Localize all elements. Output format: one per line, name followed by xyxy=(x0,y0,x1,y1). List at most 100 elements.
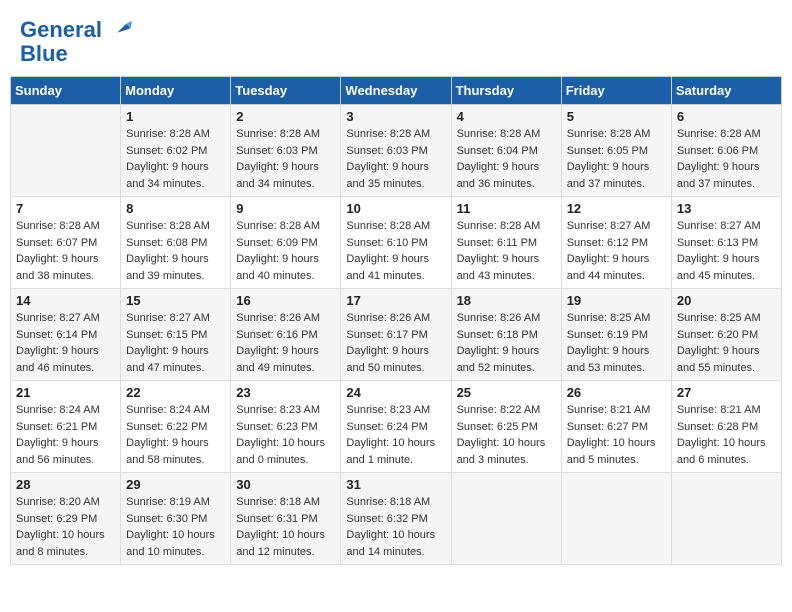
calendar-cell: 16 Sunrise: 8:26 AM Sunset: 6:16 PM Dayli… xyxy=(231,289,341,381)
day-number: 7 xyxy=(16,201,115,216)
calendar-cell: 3Sunrise: 8:28 AM Sunset: 6:03 PM Daylig… xyxy=(341,105,451,197)
day-number: 23 xyxy=(236,385,335,400)
day-info: Sunrise: 8:28 AM Sunset: 6:08 PM Dayligh… xyxy=(126,218,225,284)
day-info: Sunrise: 8:28 AM Sunset: 6:09 PM Dayligh… xyxy=(236,218,335,284)
calendar-cell xyxy=(671,473,781,565)
logo-text-blue: Blue xyxy=(20,42,132,66)
day-info: Sunrise: 8:26 AM Sunset: 6:18 PM Dayligh… xyxy=(457,310,556,376)
calendar-cell: 2 Sunrise: 8:28 AM Sunset: 6:03 PM Daylig… xyxy=(231,105,341,197)
day-info: Sunrise: 8:27 AM Sunset: 6:13 PM Dayligh… xyxy=(677,218,776,284)
day-info: Sunrise: 8:26 AM Sunset: 6:16 PM Dayligh… xyxy=(236,310,335,376)
calendar-week-row: 28 Sunrise: 8:20 AM Sunset: 6:29 PM Dayli… xyxy=(11,473,782,565)
calendar-cell: 14 Sunrise: 8:27 AM Sunset: 6:14 PM Dayli… xyxy=(11,289,121,381)
day-number: 14 xyxy=(16,293,115,308)
calendar-cell: 25Sunrise: 8:22 AM Sunset: 6:25 PM Dayli… xyxy=(451,381,561,473)
day-number: 4 xyxy=(457,109,556,124)
calendar-cell: 12Sunrise: 8:27 AM Sunset: 6:12 PM Dayli… xyxy=(561,197,671,289)
calendar-week-row: 7 Sunrise: 8:28 AM Sunset: 6:07 PM Daylig… xyxy=(11,197,782,289)
calendar-cell: 28 Sunrise: 8:20 AM Sunset: 6:29 PM Dayli… xyxy=(11,473,121,565)
day-number: 19 xyxy=(567,293,666,308)
weekday-header-sunday: Sunday xyxy=(11,77,121,105)
calendar-cell: 10 Sunrise: 8:28 AM Sunset: 6:10 PM Dayli… xyxy=(341,197,451,289)
calendar-cell xyxy=(451,473,561,565)
day-number: 24 xyxy=(346,385,445,400)
day-info: Sunrise: 8:28 AM Sunset: 6:11 PM Dayligh… xyxy=(457,218,556,284)
day-number: 15 xyxy=(126,293,225,308)
day-number: 6 xyxy=(677,109,776,124)
calendar-week-row: 1 Sunrise: 8:28 AM Sunset: 6:02 PM Daylig… xyxy=(11,105,782,197)
day-info: Sunrise: 8:28 AM Sunset: 6:06 PM Dayligh… xyxy=(677,126,776,192)
calendar-week-row: 21 Sunrise: 8:24 AM Sunset: 6:21 PM Dayli… xyxy=(11,381,782,473)
day-number: 13 xyxy=(677,201,776,216)
day-info: Sunrise: 8:23 AM Sunset: 6:23 PM Dayligh… xyxy=(236,402,335,468)
day-number: 27 xyxy=(677,385,776,400)
day-number: 1 xyxy=(126,109,225,124)
day-number: 8 xyxy=(126,201,225,216)
day-number: 16 xyxy=(236,293,335,308)
day-info: Sunrise: 8:25 AM Sunset: 6:19 PM Dayligh… xyxy=(567,310,666,376)
day-number: 18 xyxy=(457,293,556,308)
calendar-cell: 13 Sunrise: 8:27 AM Sunset: 6:13 PM Dayli… xyxy=(671,197,781,289)
weekday-header-friday: Friday xyxy=(561,77,671,105)
day-number: 28 xyxy=(16,477,115,492)
day-number: 17 xyxy=(346,293,445,308)
day-number: 21 xyxy=(16,385,115,400)
weekday-header-thursday: Thursday xyxy=(451,77,561,105)
day-number: 20 xyxy=(677,293,776,308)
calendar-week-row: 14 Sunrise: 8:27 AM Sunset: 6:14 PM Dayli… xyxy=(11,289,782,381)
calendar-cell: 8 Sunrise: 8:28 AM Sunset: 6:08 PM Daylig… xyxy=(121,197,231,289)
day-number: 5 xyxy=(567,109,666,124)
calendar-cell: 27 Sunrise: 8:21 AM Sunset: 6:28 PM Dayli… xyxy=(671,381,781,473)
day-info: Sunrise: 8:24 AM Sunset: 6:21 PM Dayligh… xyxy=(16,402,115,468)
day-info: Sunrise: 8:26 AM Sunset: 6:17 PM Dayligh… xyxy=(346,310,445,376)
weekday-header-wednesday: Wednesday xyxy=(341,77,451,105)
day-info: Sunrise: 8:28 AM Sunset: 6:07 PM Dayligh… xyxy=(16,218,115,284)
logo: General Blue xyxy=(20,18,132,66)
calendar-cell: 21 Sunrise: 8:24 AM Sunset: 6:21 PM Dayli… xyxy=(11,381,121,473)
calendar-cell: 15 Sunrise: 8:27 AM Sunset: 6:15 PM Dayli… xyxy=(121,289,231,381)
calendar-cell: 26 Sunrise: 8:21 AM Sunset: 6:27 PM Dayli… xyxy=(561,381,671,473)
weekday-header-saturday: Saturday xyxy=(671,77,781,105)
day-info: Sunrise: 8:28 AM Sunset: 6:02 PM Dayligh… xyxy=(126,126,225,192)
calendar-cell: 19 Sunrise: 8:25 AM Sunset: 6:19 PM Dayli… xyxy=(561,289,671,381)
calendar-cell: 30 Sunrise: 8:18 AM Sunset: 6:31 PM Dayli… xyxy=(231,473,341,565)
calendar-cell: 31 Sunrise: 8:18 AM Sunset: 6:32 PM Dayli… xyxy=(341,473,451,565)
calendar-cell: 4 Sunrise: 8:28 AM Sunset: 6:04 PM Daylig… xyxy=(451,105,561,197)
day-number: 30 xyxy=(236,477,335,492)
day-info: Sunrise: 8:21 AM Sunset: 6:28 PM Dayligh… xyxy=(677,402,776,468)
day-number: 11 xyxy=(457,201,556,216)
day-number: 22 xyxy=(126,385,225,400)
day-info: Sunrise: 8:23 AM Sunset: 6:24 PM Dayligh… xyxy=(346,402,445,468)
calendar-cell: 11 Sunrise: 8:28 AM Sunset: 6:11 PM Dayli… xyxy=(451,197,561,289)
calendar-cell: 1 Sunrise: 8:28 AM Sunset: 6:02 PM Daylig… xyxy=(121,105,231,197)
day-number: 3 xyxy=(346,109,445,124)
day-info: Sunrise: 8:27 AM Sunset: 6:15 PM Dayligh… xyxy=(126,310,225,376)
day-info: Sunrise: 8:19 AM Sunset: 6:30 PM Dayligh… xyxy=(126,494,225,560)
calendar-cell: 23 Sunrise: 8:23 AM Sunset: 6:23 PM Dayli… xyxy=(231,381,341,473)
calendar-cell xyxy=(561,473,671,565)
page-header: General Blue xyxy=(10,10,782,70)
day-info: Sunrise: 8:18 AM Sunset: 6:31 PM Dayligh… xyxy=(236,494,335,560)
calendar-cell: 17 Sunrise: 8:26 AM Sunset: 6:17 PM Dayli… xyxy=(341,289,451,381)
day-number: 9 xyxy=(236,201,335,216)
day-info: Sunrise: 8:18 AM Sunset: 6:32 PM Dayligh… xyxy=(346,494,445,560)
calendar-cell: 20Sunrise: 8:25 AM Sunset: 6:20 PM Dayli… xyxy=(671,289,781,381)
calendar-cell: 29Sunrise: 8:19 AM Sunset: 6:30 PM Dayli… xyxy=(121,473,231,565)
day-number: 31 xyxy=(346,477,445,492)
day-info: Sunrise: 8:28 AM Sunset: 6:04 PM Dayligh… xyxy=(457,126,556,192)
calendar-cell xyxy=(11,105,121,197)
logo-bird-icon xyxy=(110,18,132,40)
day-info: Sunrise: 8:27 AM Sunset: 6:14 PM Dayligh… xyxy=(16,310,115,376)
day-info: Sunrise: 8:27 AM Sunset: 6:12 PM Dayligh… xyxy=(567,218,666,284)
day-info: Sunrise: 8:21 AM Sunset: 6:27 PM Dayligh… xyxy=(567,402,666,468)
day-number: 10 xyxy=(346,201,445,216)
day-info: Sunrise: 8:28 AM Sunset: 6:10 PM Dayligh… xyxy=(346,218,445,284)
day-info: Sunrise: 8:28 AM Sunset: 6:03 PM Dayligh… xyxy=(236,126,335,192)
calendar-cell: 7 Sunrise: 8:28 AM Sunset: 6:07 PM Daylig… xyxy=(11,197,121,289)
day-number: 2 xyxy=(236,109,335,124)
day-info: Sunrise: 8:28 AM Sunset: 6:05 PM Dayligh… xyxy=(567,126,666,192)
weekday-header-monday: Monday xyxy=(121,77,231,105)
day-info: Sunrise: 8:24 AM Sunset: 6:22 PM Dayligh… xyxy=(126,402,225,468)
day-number: 26 xyxy=(567,385,666,400)
day-info: Sunrise: 8:20 AM Sunset: 6:29 PM Dayligh… xyxy=(16,494,115,560)
